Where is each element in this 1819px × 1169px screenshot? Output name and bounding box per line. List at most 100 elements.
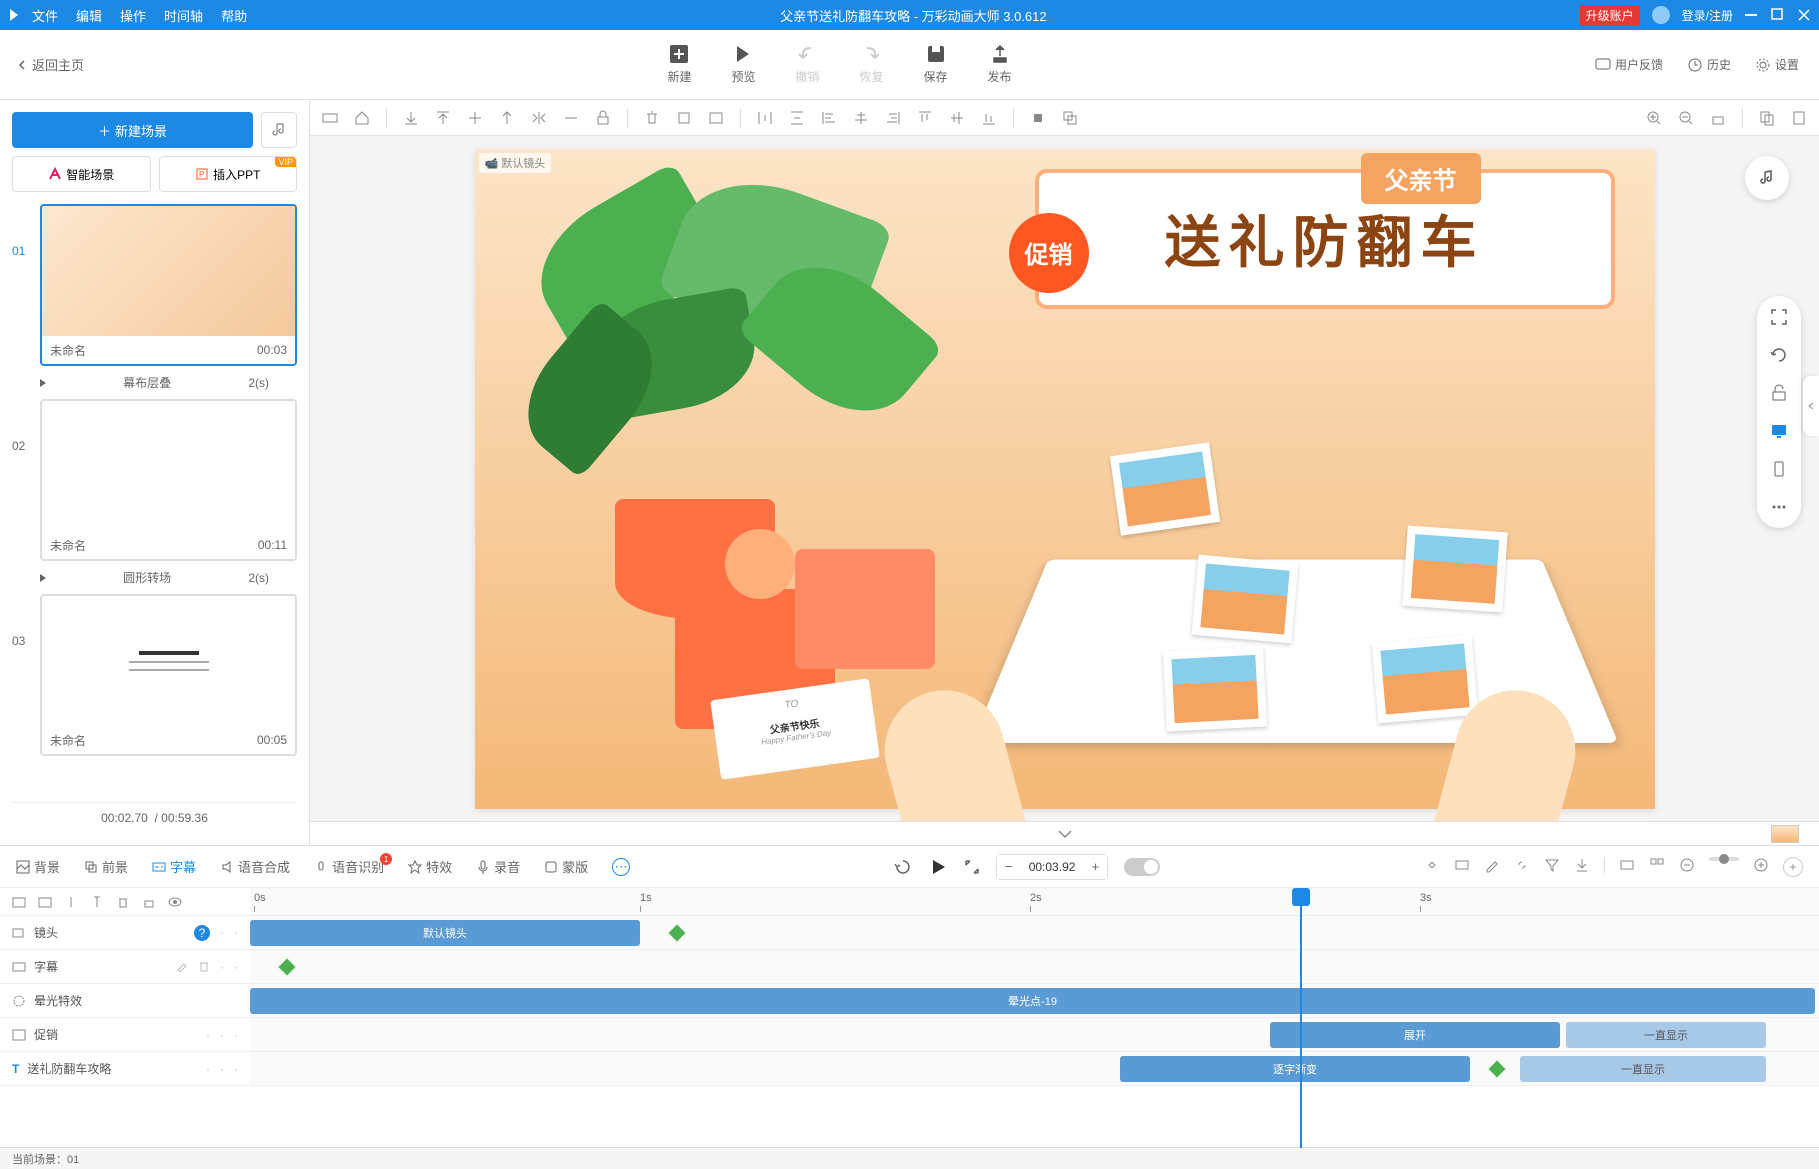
menu-timeline[interactable]: 时间轴: [164, 6, 203, 25]
lock-icon[interactable]: [595, 110, 611, 126]
title-clip-1[interactable]: 逐字渐变: [1120, 1056, 1470, 1082]
save-button[interactable]: 保存: [924, 44, 948, 85]
zoom-in-icon[interactable]: [1646, 110, 1662, 126]
distribute-h-icon[interactable]: [757, 110, 773, 126]
zoom-in2-icon[interactable]: [1753, 857, 1769, 873]
menu-file[interactable]: 文件: [32, 6, 58, 25]
login-link[interactable]: 登录/注册: [1682, 7, 1733, 24]
eye-icon[interactable]: [168, 895, 182, 909]
home-icon[interactable]: [354, 110, 370, 126]
smart-scene-button[interactable]: 智能场景: [12, 156, 151, 192]
insert-ppt-button[interactable]: P插入PPTVIP: [159, 156, 298, 192]
fullscreen-icon[interactable]: [1770, 308, 1788, 326]
dot-icon[interactable]: ·: [234, 925, 238, 941]
tab-more[interactable]: ⋯: [612, 858, 630, 876]
zoom-out2-icon[interactable]: [1679, 857, 1695, 873]
scene-card-1[interactable]: 未命名00:03: [40, 204, 297, 366]
dot-icon[interactable]: ·: [220, 925, 224, 941]
floating-music-button[interactable]: [1745, 156, 1789, 200]
align-left-icon[interactable]: [821, 110, 837, 126]
help-icon[interactable]: ?: [194, 925, 210, 941]
toggle-switch[interactable]: [1124, 858, 1160, 876]
align-top2-icon[interactable]: [917, 110, 933, 126]
history-link[interactable]: 历史: [1687, 56, 1731, 73]
tab-record[interactable]: 录音: [476, 857, 520, 876]
send-back-icon[interactable]: [1062, 110, 1078, 126]
unlock-icon[interactable]: [1770, 384, 1788, 402]
grid-icon[interactable]: [1649, 857, 1665, 873]
crop-icon[interactable]: [676, 110, 692, 126]
menu-help[interactable]: 帮助: [221, 6, 247, 25]
settings-link[interactable]: 设置: [1755, 56, 1799, 73]
align-right-icon[interactable]: [885, 110, 901, 126]
zoom-out-icon[interactable]: [1678, 110, 1694, 126]
feedback-link[interactable]: 用户反馈: [1595, 56, 1663, 73]
tab-background[interactable]: 背景: [16, 857, 60, 876]
chevron-down-icon[interactable]: [1057, 829, 1073, 839]
split-icon[interactable]: [64, 895, 78, 909]
play-button-icon[interactable]: [928, 857, 948, 877]
bring-front-icon[interactable]: [1030, 110, 1046, 126]
maximize-icon[interactable]: [1771, 8, 1785, 22]
tab-effects[interactable]: 特效: [408, 857, 452, 876]
transition-row-1[interactable]: 幕布层叠2(s): [12, 370, 297, 399]
align-top-icon[interactable]: [435, 110, 451, 126]
copy-icon[interactable]: [1759, 110, 1775, 126]
ruler-icon[interactable]: [322, 110, 338, 126]
image-icon[interactable]: [708, 110, 724, 126]
align-bottom2-icon[interactable]: [981, 110, 997, 126]
scene-card-3[interactable]: 未命名00:05: [40, 594, 297, 756]
trash-icon[interactable]: [116, 895, 130, 909]
canvas[interactable]: 📹 默认镜头 父亲节 促销 送礼防翻车: [475, 149, 1655, 809]
menu-action[interactable]: 操作: [120, 6, 146, 25]
align-middle-icon[interactable]: [467, 110, 483, 126]
mobile-icon[interactable]: [1770, 460, 1788, 478]
delete-icon[interactable]: [644, 110, 660, 126]
keyframe-icon[interactable]: [1424, 857, 1440, 873]
new-button[interactable]: 新建: [667, 44, 691, 85]
flip-h-icon[interactable]: [531, 110, 547, 126]
edit2-icon[interactable]: [176, 960, 188, 972]
preview-button[interactable]: 预览: [731, 44, 755, 85]
folder-in-icon[interactable]: [38, 895, 52, 909]
marker2-icon[interactable]: [90, 895, 104, 909]
camera2-icon[interactable]: [1454, 857, 1470, 873]
promo-clip-1[interactable]: 展开: [1270, 1022, 1560, 1048]
new-scene-button[interactable]: ＋ 新建场景: [12, 112, 253, 148]
back-home[interactable]: 返回主页: [16, 55, 84, 74]
timeline-ruler[interactable]: 0s 1s 2s 3s: [250, 888, 1819, 915]
minimize-icon[interactable]: [1745, 8, 1759, 22]
scene-card-2[interactable]: 未命名00:11: [40, 399, 297, 561]
lock3-icon[interactable]: [142, 895, 156, 909]
display-icon[interactable]: [1770, 422, 1788, 440]
distribute-v-icon[interactable]: [789, 110, 805, 126]
publish-button[interactable]: 发布: [988, 44, 1012, 85]
tab-asr[interactable]: 语音识别1: [314, 857, 384, 876]
keyframe-marker[interactable]: [667, 923, 687, 943]
tab-tts[interactable]: 语音合成: [220, 857, 290, 876]
tab-subtitle[interactable]: 字幕: [152, 857, 196, 876]
align-hcenter-icon[interactable]: [853, 110, 869, 126]
marker-icon[interactable]: [1619, 857, 1635, 873]
more-icon[interactable]: [1770, 498, 1788, 516]
align-bottom-icon[interactable]: [403, 110, 419, 126]
flip-v-icon[interactable]: [563, 110, 579, 126]
align-vcenter-icon[interactable]: [949, 110, 965, 126]
title-clip-2[interactable]: 一直显示: [1520, 1056, 1766, 1082]
fx-clip[interactable]: 晕光点-19: [250, 988, 1815, 1014]
expand-panel-handle[interactable]: [1803, 376, 1819, 436]
transition-row-2[interactable]: 圆形转场2(s): [12, 565, 297, 594]
paste-icon[interactable]: [1791, 110, 1807, 126]
keyframe-marker[interactable]: [1487, 1059, 1507, 1079]
filter-icon[interactable]: [1544, 857, 1560, 873]
playhead[interactable]: [1300, 888, 1302, 1148]
time-stepper[interactable]: − 00:03.92 +: [996, 854, 1109, 880]
edit-icon[interactable]: [1484, 857, 1500, 873]
add-track-button[interactable]: +: [1783, 857, 1803, 877]
camera-clip[interactable]: 默认镜头: [250, 920, 640, 946]
lock2-icon[interactable]: [1710, 110, 1726, 126]
rewind-icon[interactable]: [894, 858, 912, 876]
time-minus[interactable]: −: [997, 855, 1021, 879]
rotate-icon[interactable]: [1770, 346, 1788, 364]
keyframe-marker[interactable]: [277, 957, 297, 977]
